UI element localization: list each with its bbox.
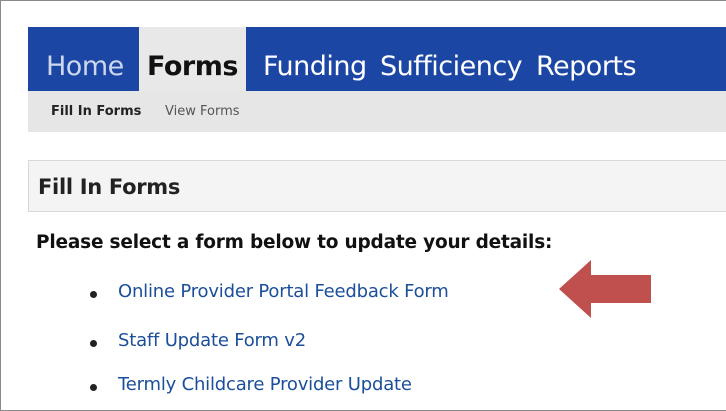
bullet-icon bbox=[90, 384, 97, 391]
bullet-icon bbox=[90, 340, 97, 347]
section-header: Fill In Forms bbox=[28, 160, 726, 212]
subtab-fill-in-forms[interactable]: Fill In Forms bbox=[51, 91, 141, 132]
tab-forms[interactable]: Forms bbox=[139, 27, 246, 91]
sub-navigation: Fill In Forms View Forms bbox=[28, 91, 726, 132]
instructions-text: Please select a form below to update you… bbox=[36, 232, 553, 253]
form-link-termly-update[interactable]: Termly Childcare Provider Update bbox=[118, 374, 412, 395]
form-link-feedback[interactable]: Online Provider Portal Feedback Form bbox=[118, 281, 449, 302]
tab-home[interactable]: Home bbox=[46, 27, 124, 91]
bullet-icon bbox=[90, 291, 97, 298]
top-navigation: Home Forms Funding Sufficiency Reports bbox=[28, 27, 726, 91]
tab-funding[interactable]: Funding bbox=[263, 27, 367, 91]
subtab-view-forms[interactable]: View Forms bbox=[165, 91, 240, 132]
left-arrow-icon bbox=[559, 260, 651, 318]
page-title: Fill In Forms bbox=[38, 175, 181, 199]
tab-sufficiency[interactable]: Sufficiency bbox=[380, 27, 523, 91]
tab-reports[interactable]: Reports bbox=[536, 27, 637, 91]
form-link-staff-update[interactable]: Staff Update Form v2 bbox=[118, 330, 306, 351]
